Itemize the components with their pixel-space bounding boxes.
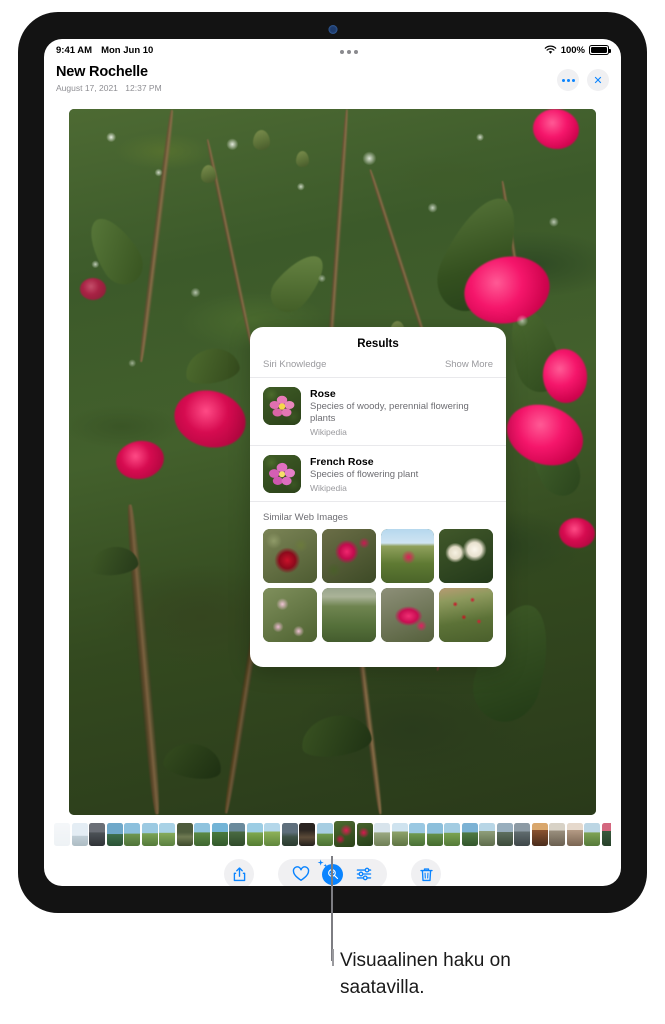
- delete-button[interactable]: [411, 859, 441, 886]
- list-item[interactable]: [549, 822, 565, 846]
- similar-web-images-grid: [250, 529, 506, 654]
- visual-lookup-results-card: Results Siri Knowledge Show More Rose Sp…: [250, 327, 506, 667]
- result-description: Species of woody, perennial flowering pl…: [310, 401, 469, 425]
- sparkle-icon: [317, 859, 327, 867]
- list-item[interactable]: [444, 822, 460, 846]
- ipad-screen: 9:41 AM Mon Jun 10 100% New Rochelle Aug…: [44, 39, 621, 886]
- status-bar: 9:41 AM Mon Jun 10 100%: [44, 39, 621, 61]
- callout-caption: Visuaalinen haku on saatavilla.: [340, 948, 640, 1002]
- result-name: Rose: [310, 388, 336, 400]
- list-item[interactable]: [479, 822, 495, 846]
- white-roses[interactable]: [439, 529, 493, 584]
- list-item[interactable]: [89, 822, 105, 846]
- screenshot-root: 9:41 AM Mon Jun 10 100% New Rochelle Aug…: [0, 0, 665, 1024]
- list-item[interactable]: [584, 822, 600, 846]
- similar-web-images-label: Similar Web Images: [263, 512, 348, 524]
- list-item[interactable]: [374, 822, 390, 846]
- list-item[interactable]: [391, 822, 408, 846]
- result-source: Wikipedia: [310, 483, 347, 494]
- siri-knowledge-header: Siri Knowledge Show More: [250, 359, 506, 378]
- list-item[interactable]: [356, 822, 373, 846]
- list-item[interactable]: [229, 822, 245, 846]
- battery-icon: [589, 45, 611, 55]
- caption-line-1: Visuaalinen haku on: [340, 950, 511, 971]
- list-item[interactable]: [194, 822, 210, 846]
- heart-icon[interactable]: [291, 864, 311, 884]
- list-item[interactable]: [316, 822, 333, 846]
- list-item[interactable]: [461, 822, 478, 846]
- trash-icon: [416, 864, 436, 884]
- photo-filmstrip[interactable]: [54, 821, 611, 847]
- photo-nav-bar: New Rochelle August 17, 2021 12:37 PM ✕: [44, 61, 621, 103]
- list-item[interactable]: [54, 822, 70, 846]
- ipad-device-bezel: 9:41 AM Mon Jun 10 100% New Rochelle Aug…: [18, 12, 647, 913]
- multitask-handle-icon[interactable]: [339, 49, 358, 54]
- callout-leader-line: [331, 856, 333, 961]
- page-title: New Rochelle: [56, 64, 148, 80]
- result-name: French Rose: [310, 456, 374, 469]
- results-title: Results: [357, 338, 399, 350]
- list-item[interactable]: [514, 822, 530, 846]
- siri-knowledge-label: Siri Knowledge: [263, 359, 327, 370]
- pink-rose-thumb: [263, 455, 301, 494]
- share-icon: [229, 864, 249, 884]
- close-icon: ✕: [593, 74, 603, 87]
- front-camera-icon: [328, 25, 337, 34]
- wifi-icon: [544, 45, 557, 55]
- knowledge-result-row[interactable]: Rose Species of woody, perennial floweri…: [250, 378, 506, 447]
- photo-time: 12:37 PM: [125, 83, 162, 93]
- list-item[interactable]: [211, 822, 228, 846]
- list-item[interactable]: [106, 822, 123, 846]
- status-time: 9:41 AM: [56, 44, 93, 56]
- status-date: Mon Jun 10: [101, 44, 154, 56]
- list-item[interactable]: [566, 822, 583, 846]
- caption-line-2: saatavilla.: [340, 976, 425, 998]
- callout-tick: [332, 949, 334, 966]
- list-item[interactable]: [176, 822, 193, 846]
- battery-percent: 100%: [560, 44, 585, 56]
- list-item[interactable]: [124, 822, 140, 846]
- close-button[interactable]: ✕: [587, 69, 609, 91]
- rose-bush-photo[interactable]: Results Siri Knowledge Show More Rose Sp…: [69, 109, 596, 815]
- share-button[interactable]: [224, 859, 254, 886]
- knowledge-result-row[interactable]: French Rose Species of flowering plant W…: [250, 446, 506, 503]
- more-options-button[interactable]: [557, 69, 579, 91]
- ellipsis-icon: [561, 78, 575, 82]
- photo-date: August 17, 2021: [56, 83, 118, 93]
- list-item[interactable]: [264, 822, 280, 846]
- list-item[interactable]: [281, 822, 298, 846]
- pale-pink-roses[interactable]: [263, 588, 317, 642]
- result-source: Wikipedia: [310, 427, 347, 438]
- result-description: Species of flowering plant: [310, 469, 419, 481]
- list-item-selected[interactable]: [334, 821, 355, 847]
- list-item[interactable]: [71, 822, 88, 846]
- pink-rose-thumb: [263, 387, 301, 425]
- list-item[interactable]: [496, 822, 513, 846]
- list-item[interactable]: [426, 822, 443, 846]
- rose-field-with-sky[interactable]: [380, 529, 435, 584]
- pink-rose-buds[interactable]: [380, 588, 435, 642]
- rose-nursery-row[interactable]: [321, 588, 376, 642]
- red-rose-shrub-with-label[interactable]: [439, 588, 493, 642]
- list-item[interactable]: [246, 822, 263, 846]
- list-item[interactable]: [299, 822, 315, 846]
- adjust-sliders-icon[interactable]: [354, 864, 374, 884]
- show-more-link[interactable]: Show More: [445, 359, 493, 370]
- list-item[interactable]: [409, 822, 425, 846]
- list-item[interactable]: [601, 822, 611, 846]
- list-item[interactable]: [159, 822, 175, 846]
- photo-timestamp: August 17, 2021 12:37 PM: [56, 83, 167, 93]
- list-item[interactable]: [141, 822, 158, 846]
- magenta-rose-bush[interactable]: [321, 529, 376, 584]
- list-item[interactable]: [531, 822, 548, 846]
- red-rose-bloom[interactable]: [263, 529, 317, 584]
